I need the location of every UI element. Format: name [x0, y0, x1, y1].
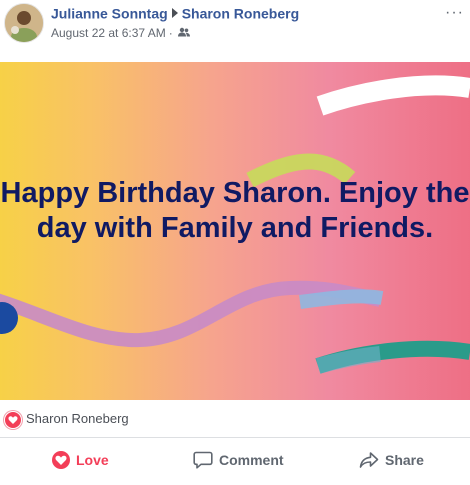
post-timestamp[interactable]: August 22 at 6:37 AM: [51, 26, 166, 40]
author-name-link[interactable]: Julianne Sonntag: [51, 5, 168, 21]
birthday-banner: Happy Birthday Sharon. Enjoy the day wit…: [0, 62, 470, 400]
reactor-names-link[interactable]: Sharon Roneberg: [26, 411, 129, 426]
more-options-icon[interactable]: ···: [445, 4, 464, 22]
share-button[interactable]: Share: [359, 438, 424, 482]
post-meta: August 22 at 6:37 AM ·: [51, 25, 190, 40]
share-icon: [359, 452, 379, 468]
post-header: Julianne Sonntag Sharon Roneberg August 2…: [0, 0, 470, 60]
post-title: Julianne Sonntag Sharon Roneberg: [51, 4, 299, 21]
meta-separator: ·: [168, 25, 173, 40]
love-button[interactable]: Love: [52, 438, 109, 482]
post-actions: Love Comment Share: [0, 438, 470, 482]
love-icon: [52, 451, 70, 469]
love-button-label: Love: [76, 452, 109, 468]
reactions-bar: Sharon Roneberg: [0, 400, 470, 438]
comment-button[interactable]: Comment: [193, 438, 284, 482]
love-reaction-icon[interactable]: [4, 411, 22, 429]
comment-icon: [193, 451, 213, 469]
comment-button-label: Comment: [219, 452, 284, 468]
author-avatar[interactable]: [4, 3, 44, 43]
birthday-message: Happy Birthday Sharon. Enjoy the day wit…: [0, 177, 470, 244]
friends-icon[interactable]: [177, 26, 190, 40]
share-button-label: Share: [385, 452, 424, 468]
recipient-name-link[interactable]: Sharon Roneberg: [182, 5, 299, 21]
arrow-right-icon: [171, 8, 178, 19]
